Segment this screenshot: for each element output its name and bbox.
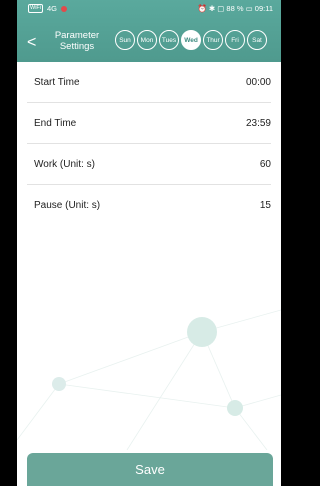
setting-label: Start Time [34,77,80,88]
background-network-decoration [17,309,281,450]
page-title: Parameter Settings [45,30,109,52]
setting-pause[interactable]: Pause (Unit: s) 15 [27,185,271,225]
sim-icon: WiFi [28,4,43,13]
back-icon[interactable]: < [27,35,36,51]
setting-label: End Time [34,118,77,129]
setting-start-time[interactable]: Start Time 00:00 [27,62,271,103]
setting-end-time[interactable]: End Time 23:59 [27,103,271,144]
status-bar: WiFi 4G ⏰ ✱ ▢ 88 % ▭ 09:11 [17,0,281,16]
setting-value: 00:00 [245,77,271,88]
setting-value: 60 [259,159,271,170]
header-bar: WiFi 4G ⏰ ✱ ▢ 88 % ▭ 09:11 < Parameter S… [17,0,281,62]
network-icon: 4G [47,4,58,13]
day-selector: Sun Mon Tues Wed Thur Fri Sat [115,30,267,50]
settings-list: Start Time 00:00 End Time 23:59 Work (Un… [17,62,281,225]
status-right: ⏰ ✱ ▢ 88 % ▭ 09:11 [197,4,273,13]
setting-value: 23:59 [245,118,271,129]
setting-label: Pause (Unit: s) [34,200,101,211]
notification-dot-icon [61,5,68,12]
setting-value: 15 [259,200,271,211]
day-tues[interactable]: Tues [159,30,179,50]
day-wed[interactable]: Wed [181,30,201,50]
setting-label: Work (Unit: s) [34,159,95,170]
save-button[interactable]: Save [27,453,273,486]
page-title-line2: Settings [59,41,95,52]
day-fri[interactable]: Fri [225,30,245,50]
day-thur[interactable]: Thur [203,30,223,50]
day-mon[interactable]: Mon [137,30,157,50]
page-title-line1: Parameter [54,30,100,41]
day-sat[interactable]: Sat [247,30,267,50]
day-sun[interactable]: Sun [115,30,135,50]
setting-work[interactable]: Work (Unit: s) 60 [27,144,271,185]
app-screen: WiFi 4G ⏰ ✱ ▢ 88 % ▭ 09:11 < Parameter S… [17,0,281,486]
